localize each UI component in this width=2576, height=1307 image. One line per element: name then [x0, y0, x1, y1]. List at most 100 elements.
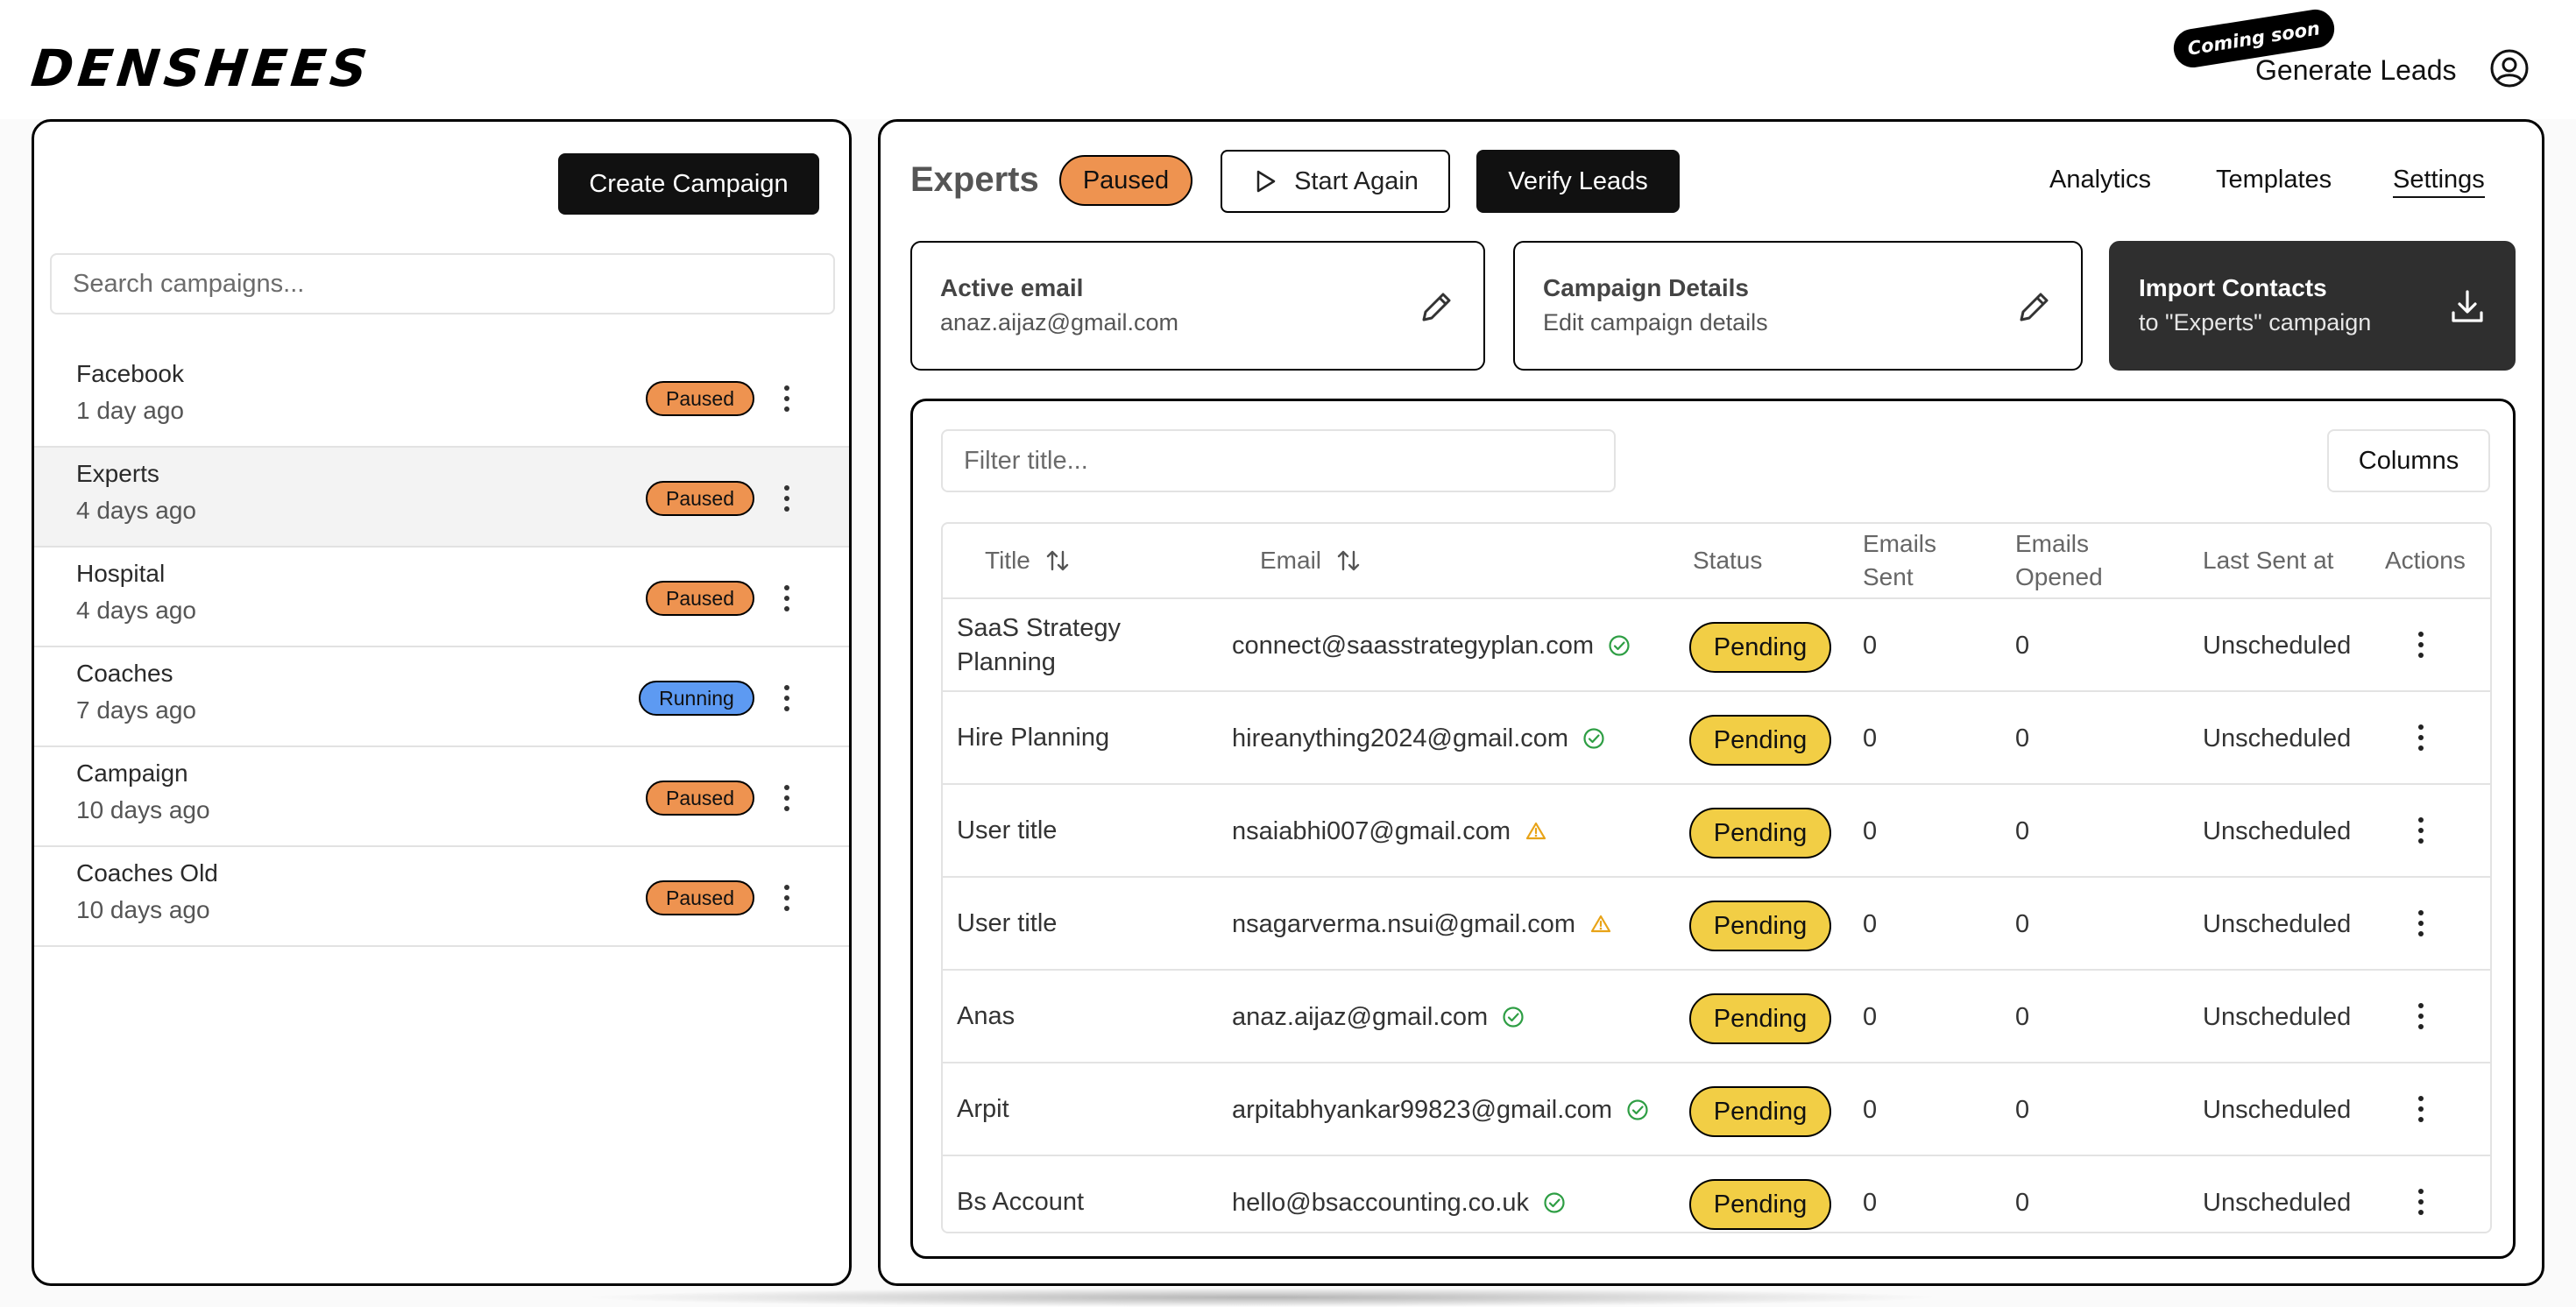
- card-value: to "Experts" campaign: [2139, 309, 2372, 336]
- column-header-last-sent: Last Sent at: [2203, 547, 2334, 575]
- row-email-cell: anaz.aijaz@gmail.com: [1232, 971, 1525, 1063]
- generate-leads-link[interactable]: Generate Leads: [2255, 54, 2457, 87]
- filter-title-input[interactable]: [941, 429, 1616, 492]
- status-badge: Running: [639, 681, 754, 716]
- create-campaign-button[interactable]: Create Campaign: [558, 153, 819, 215]
- row-last-sent: Unscheduled: [2203, 1095, 2352, 1124]
- table-row[interactable]: Bs Account hello@bsaccounting.co.uk Pend…: [943, 1156, 2490, 1232]
- campaign-details-card[interactable]: Campaign Details Edit campaign details: [1513, 241, 2083, 371]
- table-row[interactable]: Hire Planning hireanything2024@gmail.com…: [943, 692, 2490, 785]
- more-options-icon[interactable]: [781, 583, 793, 614]
- brand-logo[interactable]: DENSHEES: [28, 39, 374, 98]
- campaign-item-campaign[interactable]: Campaign 10 days ago Paused: [34, 747, 849, 847]
- user-account-icon[interactable]: [2488, 47, 2530, 89]
- start-again-button[interactable]: Start Again: [1221, 150, 1450, 213]
- more-options-icon[interactable]: [781, 383, 793, 414]
- row-email: hello@bsaccounting.co.uk: [1232, 1188, 1529, 1217]
- row-emails-opened: 0: [2015, 724, 2030, 752]
- row-emails-sent: 0: [1863, 1188, 1878, 1217]
- row-emails-opened: 0: [2015, 1188, 2030, 1217]
- row-status-badge: Pending: [1689, 993, 1831, 1044]
- tab-analytics[interactable]: Analytics: [2049, 166, 2151, 194]
- row-emails-sent: 0: [1863, 1095, 1878, 1124]
- table-row[interactable]: User title nsaiabhi007@gmail.com Pending…: [943, 785, 2490, 878]
- campaign-name: Facebook: [76, 360, 184, 387]
- row-status-badge: Pending: [1689, 808, 1831, 858]
- bottom-shadow: [578, 1288, 1945, 1307]
- row-emails-opened: 0: [2015, 909, 2030, 938]
- row-emails-sent: 0: [1863, 1002, 1878, 1031]
- tab-templates[interactable]: Templates: [2216, 166, 2332, 194]
- row-email-cell: hello@bsaccounting.co.uk: [1232, 1156, 1566, 1232]
- row-title: Hire Planning: [957, 724, 1110, 752]
- row-title: User title: [957, 909, 1058, 938]
- row-status-badge: Pending: [1689, 622, 1831, 673]
- row-email-cell: nsaiabhi007@gmail.com: [1232, 785, 1547, 878]
- row-emails-sent: 0: [1863, 816, 1878, 845]
- row-email: connect@saasstrategyplan.com: [1232, 631, 1595, 660]
- campaign-time: 10 days ago: [76, 796, 210, 823]
- campaign-item-facebook[interactable]: Facebook 1 day ago Paused: [34, 348, 849, 448]
- more-options-icon[interactable]: [781, 782, 793, 814]
- import-contacts-card[interactable]: Import Contacts to "Experts" campaign: [2109, 241, 2516, 371]
- campaign-item-hospital[interactable]: Hospital 4 days ago Paused: [34, 548, 849, 647]
- row-emails-sent: 0: [1863, 724, 1878, 752]
- more-options-icon[interactable]: [781, 483, 793, 514]
- row-email: arpitabhyankar99823@gmail.com: [1232, 1095, 1613, 1124]
- pencil-icon[interactable]: [1417, 286, 1457, 327]
- column-header-title[interactable]: Title: [985, 524, 1071, 597]
- row-last-sent: Unscheduled: [2203, 1188, 2352, 1217]
- warning-triangle-icon: [1525, 822, 1546, 840]
- row-actions-icon[interactable]: [2415, 1093, 2427, 1125]
- verify-leads-button[interactable]: Verify Leads: [1476, 150, 1680, 213]
- row-emails-opened: 0: [2015, 1095, 2030, 1124]
- column-header-emails-sent: Emails Sent: [1863, 530, 1937, 590]
- card-value: anaz.aijaz@gmail.com: [940, 309, 1179, 336]
- campaign-time: 4 days ago: [76, 597, 196, 624]
- row-actions-icon[interactable]: [2415, 815, 2427, 846]
- more-options-icon[interactable]: [781, 682, 793, 714]
- pencil-icon[interactable]: [2014, 286, 2055, 327]
- row-actions-icon[interactable]: [2415, 629, 2427, 661]
- verified-check-icon: [1544, 1192, 1565, 1213]
- row-last-sent: Unscheduled: [2203, 631, 2352, 660]
- row-email-cell: connect@saasstrategyplan.com: [1232, 599, 1631, 692]
- row-status-badge: Pending: [1689, 901, 1831, 951]
- campaign-name: Coaches Old: [76, 859, 218, 887]
- campaign-item-experts[interactable]: Experts 4 days ago Paused: [34, 448, 849, 548]
- campaign-time: 1 day ago: [76, 397, 184, 424]
- search-campaigns-input[interactable]: [50, 253, 835, 314]
- table-row[interactable]: Anas anaz.aijaz@gmail.com Pending 0 0 Un…: [943, 971, 2490, 1063]
- row-actions-icon[interactable]: [2415, 722, 2427, 753]
- card-value: Edit campaign details: [1543, 309, 1768, 336]
- contacts-table: Title Email Status Emails Sent Emails Op…: [941, 522, 2492, 1233]
- row-actions-icon[interactable]: [2415, 1186, 2427, 1218]
- active-email-card[interactable]: Active email anaz.aijaz@gmail.com: [910, 241, 1485, 371]
- verified-check-icon: [1503, 1007, 1524, 1028]
- card-title: Import Contacts: [2139, 274, 2327, 301]
- row-emails-sent: 0: [1863, 631, 1878, 660]
- campaign-item-coaches[interactable]: Coaches 7 days ago Running: [34, 647, 849, 747]
- row-title: User title: [957, 816, 1058, 845]
- row-emails-sent: 0: [1863, 909, 1878, 938]
- campaign-name: Campaign: [76, 759, 188, 787]
- table-row[interactable]: Arpit arpitabhyankar99823@gmail.com Pend…: [943, 1063, 2490, 1156]
- table-row[interactable]: SaaS Strategy Planning connect@saasstrat…: [943, 599, 2490, 692]
- table-row[interactable]: User title nsagarverma.nsui@gmail.com Pe…: [943, 878, 2490, 971]
- verified-check-icon: [1583, 728, 1604, 749]
- sort-icon[interactable]: [1335, 548, 1362, 574]
- row-actions-icon[interactable]: [2415, 908, 2427, 939]
- status-badge: Paused: [646, 481, 754, 516]
- header-label: Email: [1260, 547, 1322, 575]
- more-options-icon[interactable]: [781, 882, 793, 914]
- download-icon[interactable]: [2447, 286, 2488, 327]
- sort-icon[interactable]: [1044, 548, 1071, 574]
- row-title: Arpit: [957, 1095, 1009, 1124]
- columns-button[interactable]: Columns: [2327, 429, 2490, 492]
- campaign-item-coaches-old[interactable]: Coaches Old 10 days ago Paused: [34, 847, 849, 947]
- column-header-email[interactable]: Email: [1260, 524, 1362, 597]
- tab-settings[interactable]: Settings: [2393, 166, 2485, 198]
- row-last-sent: Unscheduled: [2203, 816, 2352, 845]
- row-actions-icon[interactable]: [2415, 1000, 2427, 1032]
- row-status-badge: Pending: [1689, 1179, 1831, 1230]
